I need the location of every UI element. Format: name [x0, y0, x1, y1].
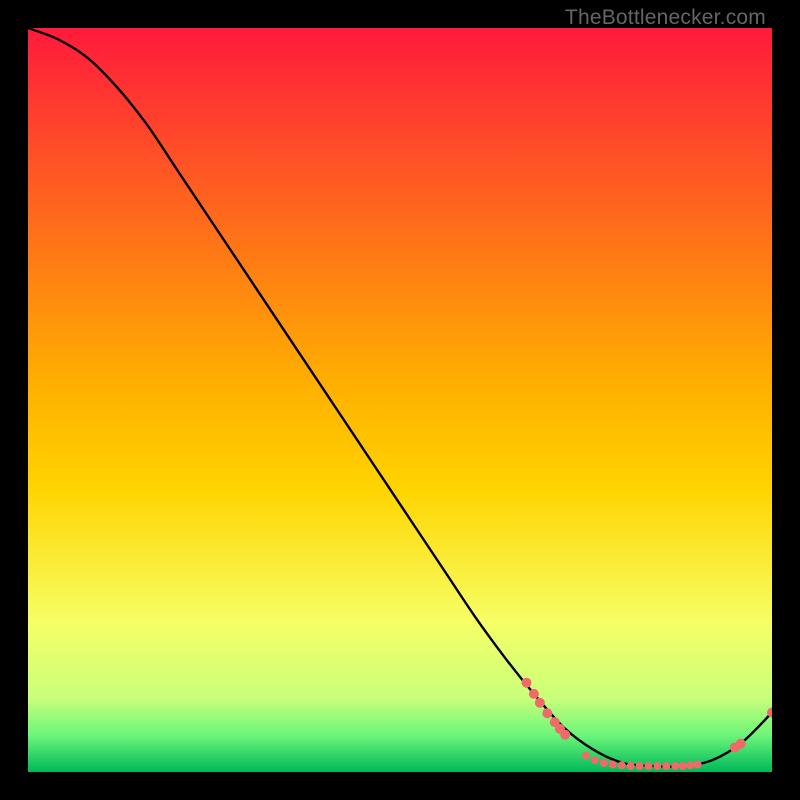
data-marker: [671, 762, 679, 770]
data-marker: [560, 730, 570, 740]
data-marker: [521, 678, 531, 688]
data-marker: [627, 762, 635, 770]
watermark-text: TheBottlenecker.com: [565, 6, 766, 30]
data-marker: [600, 759, 608, 767]
chart-stage: TheBottlenecker.com: [0, 0, 800, 800]
data-marker: [653, 762, 661, 770]
data-marker: [582, 752, 590, 760]
curve-layer: [28, 28, 772, 772]
data-marker: [686, 761, 694, 769]
data-marker: [636, 762, 644, 770]
data-marker: [694, 761, 702, 769]
data-marker: [645, 762, 653, 770]
data-marker: [736, 739, 746, 749]
data-marker: [542, 708, 552, 718]
data-markers: [521, 678, 772, 770]
data-marker: [529, 689, 539, 699]
bottleneck-curve: [28, 28, 772, 767]
data-marker: [618, 761, 626, 769]
data-marker: [679, 762, 687, 770]
plot-area: [28, 28, 772, 772]
data-marker: [662, 762, 670, 770]
data-marker: [609, 761, 617, 769]
data-marker: [535, 698, 545, 708]
data-marker: [591, 756, 599, 764]
